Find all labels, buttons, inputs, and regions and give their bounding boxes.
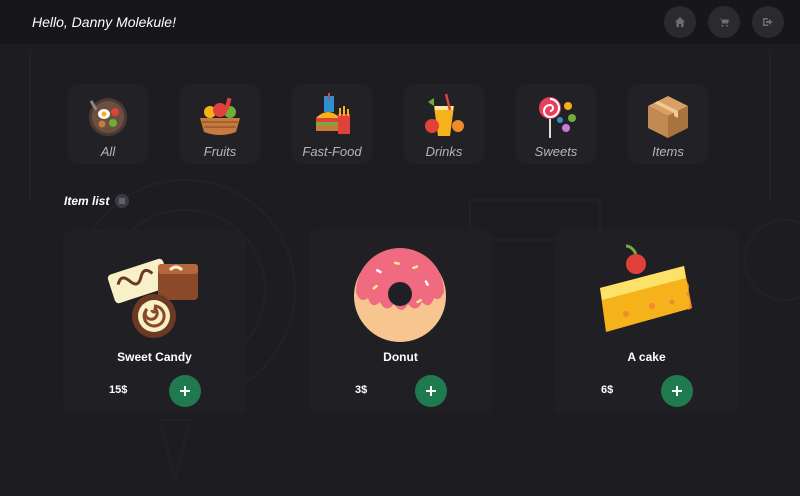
top-bar: Hello, Danny Molekule!	[0, 0, 800, 44]
logout-button[interactable]	[752, 6, 784, 38]
item-name: Sweet Candy	[117, 350, 192, 364]
candy-icon	[107, 258, 198, 338]
category-all[interactable]: All	[68, 84, 148, 164]
cart-button[interactable]	[708, 6, 740, 38]
menu-icon[interactable]	[115, 194, 130, 208]
greeting-text: Hello, Danny Molekule!	[32, 14, 176, 30]
item-price: 6$	[601, 384, 614, 396]
item-card-cake[interactable]: A cake 6$	[555, 230, 738, 414]
all-food-icon	[89, 98, 127, 136]
item-name: Donut	[383, 350, 418, 364]
logout-icon	[763, 18, 773, 26]
fruits-icon	[200, 97, 240, 135]
drinks-icon	[425, 93, 464, 136]
item-list-title: Item list	[64, 194, 110, 208]
plus-icon	[672, 386, 682, 396]
category-label: Fast-Food	[302, 144, 362, 159]
cake-icon	[600, 244, 692, 332]
item-name: A cake	[627, 350, 666, 364]
sweets-icon	[539, 97, 576, 138]
category-list: All Fruits Fast-Food Drinks Sweets Items	[68, 84, 708, 164]
add-to-cart-button[interactable]	[169, 375, 201, 407]
plus-icon	[426, 386, 436, 396]
category-label: All	[100, 144, 116, 159]
item-price: 3$	[355, 384, 368, 396]
category-drinks[interactable]: Drinks	[404, 84, 484, 164]
item-card-list: Sweet Candy 15$ Donut 3$ A cake 6$	[63, 230, 738, 414]
fast-food-icon	[316, 93, 350, 134]
category-label: Fruits	[203, 144, 237, 159]
category-items[interactable]: Items	[628, 84, 708, 164]
item-card-sweet-candy[interactable]: Sweet Candy 15$	[63, 230, 246, 414]
category-fast-food[interactable]: Fast-Food	[292, 84, 372, 164]
add-to-cart-button[interactable]	[661, 375, 693, 407]
category-fruits[interactable]: Fruits	[180, 84, 260, 164]
item-card-donut[interactable]: Donut 3$	[309, 230, 492, 414]
add-to-cart-button[interactable]	[415, 375, 447, 407]
plus-icon	[180, 386, 190, 396]
home-button[interactable]	[664, 6, 696, 38]
nav-buttons	[664, 6, 784, 38]
home-icon	[675, 17, 685, 27]
donut-icon	[354, 248, 446, 342]
box-icon	[648, 96, 688, 138]
item-list-header: Item list	[64, 194, 130, 208]
cart-icon	[719, 18, 729, 27]
category-label: Sweets	[534, 144, 578, 159]
category-label: Items	[652, 144, 684, 159]
item-price: 15$	[109, 384, 128, 396]
hamburger-icon	[119, 198, 126, 204]
category-label: Drinks	[425, 144, 463, 159]
category-sweets[interactable]: Sweets	[516, 84, 596, 164]
